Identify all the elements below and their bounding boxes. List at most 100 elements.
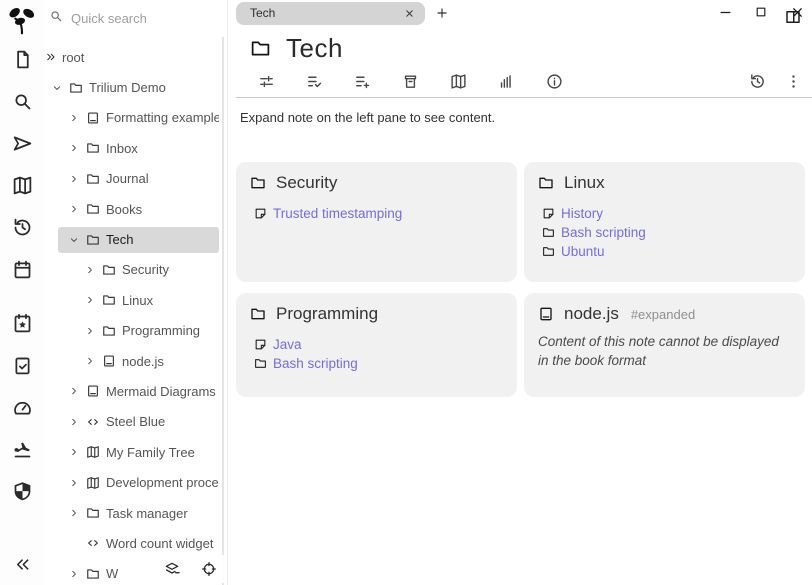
plane-button[interactable] (10, 436, 36, 462)
tree-item-journal[interactable]: Journal (45, 164, 219, 194)
note-icon (542, 207, 555, 220)
chevron-right-icon[interactable] (85, 295, 97, 305)
quick-search (45, 0, 228, 36)
create-split-button[interactable] (784, 8, 802, 26)
list-plus-button[interactable] (354, 73, 371, 90)
crosshair-button[interactable] (201, 561, 217, 577)
chevron-right-icon[interactable] (69, 508, 81, 518)
chevron-down-icon[interactable] (69, 235, 81, 245)
chevron-right-icon[interactable] (69, 478, 81, 488)
tree-item-formatting-examples[interactable]: Formatting examples (45, 103, 219, 133)
shield-button[interactable] (10, 478, 36, 504)
archive-button[interactable] (402, 73, 419, 90)
chevron-right-icon[interactable] (69, 174, 81, 184)
note-link[interactable]: Trusted timestamping (254, 206, 503, 221)
tree-item-label: W (106, 566, 118, 581)
tree-item-linux[interactable]: Linux (45, 285, 219, 315)
tree-item-tech[interactable]: Tech (45, 224, 219, 254)
kebab-button[interactable] (785, 73, 802, 90)
tree-item-node-js[interactable]: node.js (45, 346, 219, 376)
tree-item-label: Tech (106, 232, 133, 247)
list-check-button[interactable] (306, 73, 323, 90)
maximize-button[interactable] (750, 2, 772, 22)
tree-item-inbox[interactable]: Inbox (45, 133, 219, 163)
tree-item-books[interactable]: Books (45, 194, 219, 224)
card-title: Security (276, 173, 337, 193)
note-link-label: Bash scripting (273, 356, 358, 371)
card-link-list: History Bash scripting Ubuntu (542, 206, 791, 259)
tree-item-label: Mermaid Diagrams (106, 384, 216, 399)
tree-item-development-process[interactable]: Development process (45, 467, 219, 497)
note-link[interactable]: Bash scripting (542, 225, 791, 240)
minimize-button[interactable] (714, 2, 736, 22)
close-tab-icon[interactable] (404, 8, 415, 19)
recent-changes-button[interactable] (10, 214, 36, 240)
card-message: Content of this note cannot be displayed… (538, 332, 791, 370)
card-title: Linux (564, 173, 605, 193)
recent-changes-button[interactable] (749, 73, 766, 90)
collapse-pane-button[interactable] (10, 551, 36, 577)
info-button[interactable] (546, 73, 563, 90)
calendar-button[interactable] (10, 256, 36, 282)
card-header[interactable]: Security (250, 173, 503, 193)
chevron-right-icon[interactable] (85, 356, 97, 366)
card-header[interactable]: Programming (250, 304, 503, 324)
chevron-right-icon[interactable] (69, 113, 81, 123)
tab-tech[interactable]: Tech (236, 2, 425, 25)
card-header[interactable]: Linux (538, 173, 791, 193)
map-icon (86, 445, 101, 459)
layers-minus-button[interactable] (164, 561, 180, 577)
note-link[interactable]: Bash scripting (254, 356, 503, 371)
chevron-right-icon[interactable] (85, 265, 97, 275)
note-map-button[interactable] (10, 172, 36, 198)
tree-item-my-family-tree[interactable]: My Family Tree (45, 437, 219, 467)
note-link[interactable]: Java (254, 337, 503, 352)
jump-to-note-button[interactable] (10, 130, 36, 156)
task-list-button[interactable] (10, 352, 36, 378)
tree-item-trilium-demo[interactable]: Trilium Demo (45, 72, 219, 102)
tree-item-label: Steel Blue (106, 414, 165, 429)
bar-chart-button[interactable] (498, 73, 515, 90)
card-header[interactable]: node.js#expanded (538, 304, 791, 324)
new-tab-button[interactable] (435, 6, 449, 20)
new-note-button[interactable] (10, 46, 36, 72)
sliders-button[interactable] (258, 73, 275, 90)
chevron-right-icon[interactable] (85, 326, 97, 336)
chevron-right-icon[interactable] (69, 204, 81, 214)
book-hint-text: Expand note on the left pane to see cont… (240, 110, 495, 125)
tree-scrollbar[interactable] (222, 37, 224, 585)
note-map-button[interactable] (450, 73, 467, 90)
folder-icon (250, 175, 266, 191)
tree-item-programming[interactable]: Programming (45, 316, 219, 346)
tree-item-root[interactable]: root (45, 42, 219, 72)
chevron-right-icon[interactable] (69, 569, 81, 579)
map-icon (86, 476, 101, 490)
folder-icon (86, 141, 101, 155)
note-link[interactable]: Ubuntu (542, 244, 791, 259)
tree-item-label: node.js (122, 354, 164, 369)
chevron-right-icon[interactable] (69, 447, 81, 457)
chevron-right-icon[interactable] (69, 386, 81, 396)
tree-item-security[interactable]: Security (45, 255, 219, 285)
chevrons-right-icon[interactable] (45, 51, 57, 63)
chevron-right-icon[interactable] (69, 417, 81, 427)
tree-item-steel-blue[interactable]: Steel Blue (45, 407, 219, 437)
tree-item-label: Linux (122, 293, 153, 308)
chevron-right-icon[interactable] (69, 143, 81, 153)
note-link[interactable]: History (542, 206, 791, 221)
tree-item-label: Word count widget (106, 536, 213, 551)
tab-label: Tech (250, 6, 404, 20)
tree-item-task-manager[interactable]: Task manager (45, 498, 219, 528)
note-tree-pane: rootTrilium DemoFormatting examplesInbox… (45, 0, 228, 585)
book-icon (86, 384, 101, 398)
book-icon (102, 354, 117, 368)
folder-icon (102, 324, 117, 338)
calendar-star-button[interactable] (10, 310, 36, 336)
search-button[interactable] (10, 88, 36, 114)
note-header: Tech (228, 30, 812, 66)
dashboard-gauge-button[interactable] (10, 394, 36, 420)
tree-item-mermaid-diagrams[interactable]: Mermaid Diagrams (45, 376, 219, 406)
folder-icon (69, 81, 84, 95)
quick-search-input[interactable] (71, 11, 201, 26)
chevron-down-icon[interactable] (52, 83, 64, 93)
